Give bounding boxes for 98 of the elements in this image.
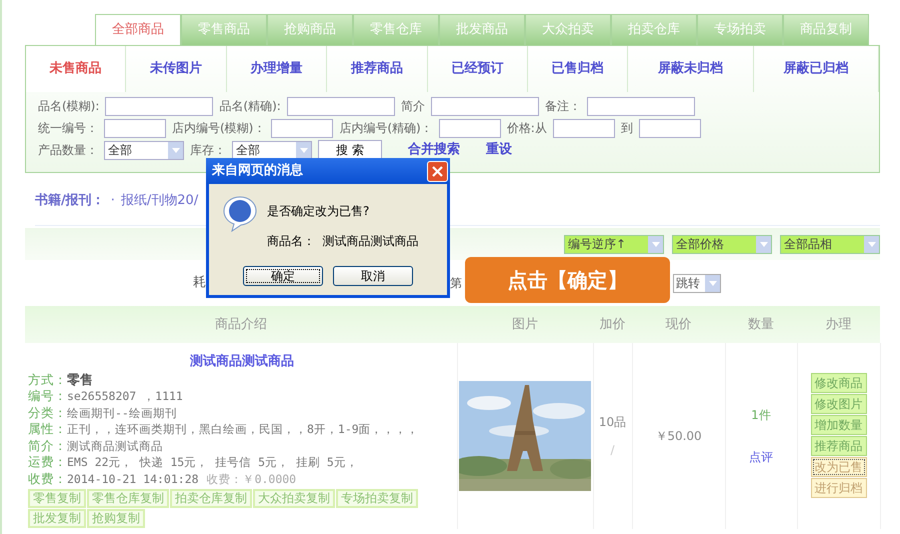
caret-icon bbox=[296, 142, 311, 158]
caret-icon bbox=[756, 236, 771, 252]
caret-icon bbox=[648, 236, 663, 252]
price-text: ￥50.00 bbox=[655, 429, 702, 443]
field-label: 店内编号(模糊)： bbox=[172, 120, 266, 137]
copy-button[interactable]: 抢购复制 bbox=[87, 509, 145, 528]
column-header: 现价 bbox=[632, 306, 725, 343]
action-button[interactable]: 修改商品 bbox=[810, 373, 866, 393]
tab[interactable]: 推荐商品 bbox=[327, 46, 428, 92]
input-field[interactable] bbox=[104, 118, 166, 138]
jump-select[interactable]: 跳转 bbox=[673, 274, 721, 292]
action-button[interactable]: 进行归档 bbox=[810, 478, 866, 498]
dialog-button[interactable]: 确定 bbox=[243, 266, 323, 286]
caret-icon bbox=[864, 236, 879, 252]
caret-icon bbox=[705, 274, 720, 292]
column-header: 办理 bbox=[797, 306, 880, 343]
dialog-detail: 商品名： 测试商品测试商品 bbox=[267, 233, 419, 250]
select-field[interactable]: 全部价格 bbox=[672, 234, 772, 254]
field-label: 价格:从 bbox=[506, 120, 547, 137]
dialog-title: 来自网页的消息 bbox=[212, 162, 303, 180]
fee-text: 收费：￥0.0000 bbox=[206, 472, 296, 486]
copy-button[interactable]: 大众拍卖复制 bbox=[253, 489, 335, 508]
close-button[interactable] bbox=[427, 160, 448, 182]
copy-button[interactable]: 专场拍卖复制 bbox=[336, 489, 418, 508]
callout-label: 点击【确定】 bbox=[465, 257, 670, 303]
field-label: 店内编号(精确)： bbox=[339, 120, 433, 137]
tab[interactable]: 办理增量 bbox=[226, 46, 328, 92]
caret-icon bbox=[168, 142, 183, 158]
breadcrumb-link[interactable]: 报纸/刊物20/ bbox=[120, 191, 198, 211]
detail-label: 收费： bbox=[28, 470, 67, 486]
copy-button[interactable]: 批发复制 bbox=[28, 509, 86, 528]
close-icon bbox=[432, 166, 443, 176]
action-button[interactable]: 增加数量 bbox=[810, 415, 866, 435]
detail-label: 方式： bbox=[28, 372, 67, 386]
tab[interactable]: 已经预订 bbox=[428, 46, 528, 92]
field-label: 产品数量： bbox=[38, 142, 98, 159]
detail-label: 简介： bbox=[28, 438, 67, 452]
input-field[interactable] bbox=[105, 96, 214, 116]
field-label: 品名(精确): bbox=[219, 98, 281, 115]
detail-value: 零售 bbox=[67, 372, 93, 388]
field-label: 库存： bbox=[190, 142, 226, 159]
input-field[interactable] bbox=[271, 118, 334, 138]
tab[interactable]: 未传图片 bbox=[126, 46, 227, 92]
select-field[interactable]: 全部 bbox=[232, 140, 312, 160]
markup-text: 10品 bbox=[598, 414, 628, 431]
search-button[interactable]: 搜 索 bbox=[318, 140, 382, 160]
detail-label: 运费： bbox=[28, 454, 67, 469]
dialog-button[interactable]: 取消 bbox=[333, 266, 413, 286]
column-header: 商品介绍 bbox=[25, 306, 457, 343]
tab[interactable]: 屏蔽已归档 bbox=[754, 46, 879, 92]
detail-value: 2014-10-21 14:01:28 bbox=[67, 472, 199, 486]
select-field[interactable]: 全部 bbox=[104, 140, 184, 160]
detail-value: 正刊，，连环画类期刊，黑白绘画，民国，，8开，1-9面，，，， bbox=[67, 422, 419, 436]
field-label: 到 bbox=[620, 120, 633, 137]
copy-button[interactable]: 零售复制 bbox=[28, 489, 86, 508]
tab[interactable]: 未售商品 bbox=[26, 46, 126, 92]
select-field[interactable]: 编号逆序↑ bbox=[564, 234, 664, 254]
tab[interactable]: 已售归档 bbox=[528, 46, 628, 92]
detail-value: se26558207 ，1111 bbox=[67, 389, 183, 403]
action-button[interactable]: 改为已售 bbox=[810, 457, 866, 477]
detail-label: 编号： bbox=[28, 388, 67, 403]
detail-label: 属性： bbox=[28, 421, 67, 436]
pager-text: 耗 bbox=[193, 274, 206, 292]
tab[interactable]: 屏蔽未归档 bbox=[628, 46, 754, 92]
detail-value: EMS 22元， 快递 15元， 挂号信 5元， 挂刷 5元， bbox=[67, 455, 358, 469]
copy-button[interactable]: 拍卖仓库复制 bbox=[170, 489, 252, 508]
column-header: 数量 bbox=[725, 306, 797, 343]
column-header: 加价 bbox=[593, 306, 632, 343]
select-field[interactable]: 全部品相 bbox=[780, 234, 880, 254]
field-label: 统一编号： bbox=[38, 120, 98, 137]
dialog-message: 是否确定改为已售? bbox=[267, 203, 370, 220]
action-button[interactable]: 修改图片 bbox=[810, 394, 866, 414]
link[interactable]: 重设 bbox=[486, 140, 512, 160]
action-button[interactable]: 推荐商品 bbox=[810, 436, 866, 456]
markup-sub-text: / bbox=[609, 442, 616, 459]
tab[interactable]: 全部商品 bbox=[95, 14, 181, 45]
column-header: 图片 bbox=[457, 306, 593, 343]
detail-label: 分类： bbox=[28, 404, 67, 420]
review-link[interactable]: 点评 bbox=[749, 448, 773, 466]
input-field[interactable] bbox=[552, 118, 615, 138]
input-field[interactable] bbox=[438, 118, 501, 138]
copy-button[interactable]: 零售仓库复制 bbox=[87, 489, 169, 508]
field-label: 备注： bbox=[544, 98, 581, 115]
detail-value: 绘画期刊--绘画期刊 bbox=[67, 406, 177, 420]
pager-text: 第 bbox=[450, 275, 462, 292]
link[interactable]: 合并搜索 bbox=[408, 140, 460, 160]
input-field[interactable] bbox=[586, 96, 695, 116]
breadcrumb-label: 书籍/报刊： bbox=[35, 192, 105, 210]
separator: · bbox=[110, 192, 115, 210]
field-label: 简介 bbox=[400, 98, 425, 115]
field-label: 品名(模糊): bbox=[38, 98, 100, 115]
input-field[interactable] bbox=[638, 118, 701, 138]
quantity-text: 1件 bbox=[750, 407, 772, 424]
input-field[interactable] bbox=[430, 96, 539, 116]
question-icon bbox=[223, 196, 257, 232]
product-title-link[interactable]: 测试商品测试商品 bbox=[28, 352, 456, 372]
detail-value: 测试商品测试商品 bbox=[67, 438, 163, 452]
input-field[interactable] bbox=[286, 96, 395, 116]
